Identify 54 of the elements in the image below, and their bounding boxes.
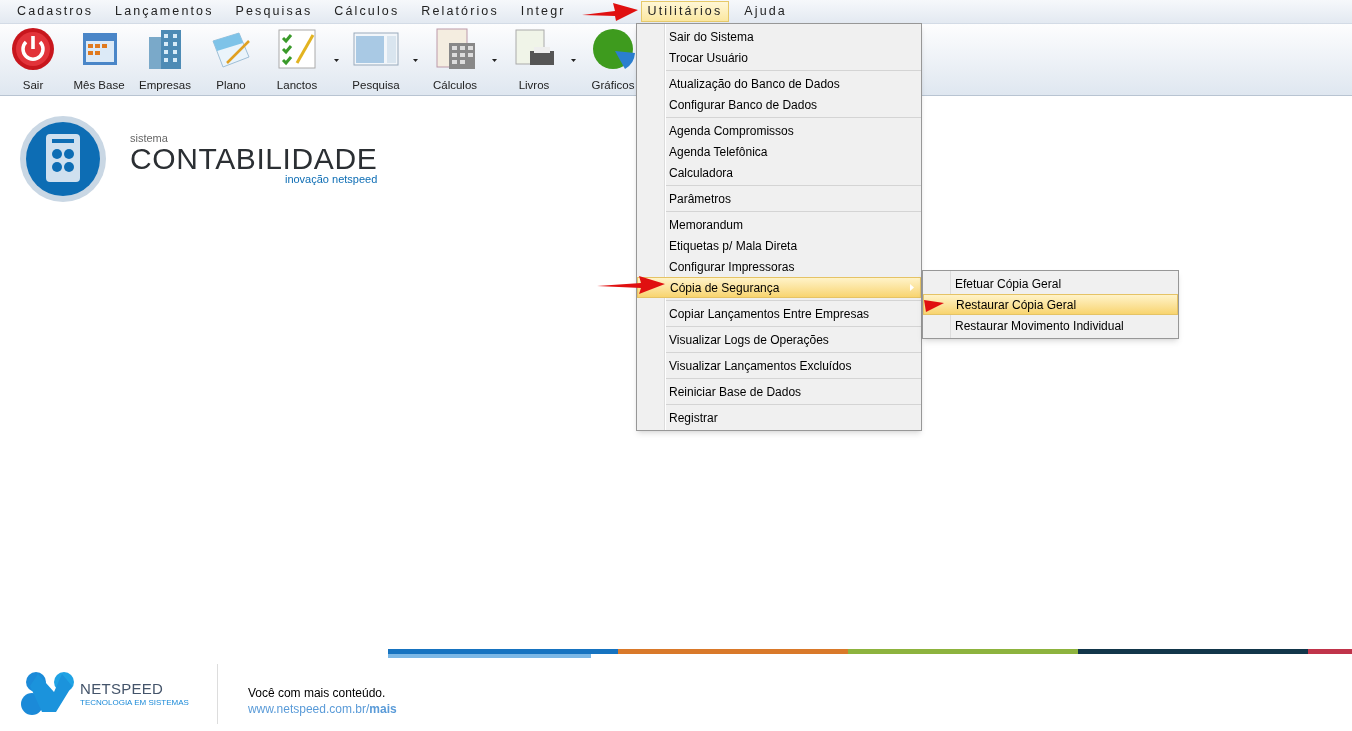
netspeed-logo-icon bbox=[20, 670, 76, 718]
menu-option[interactable]: Sair do Sistema bbox=[637, 26, 921, 47]
menu-option[interactable]: Agenda Telefônica bbox=[637, 141, 921, 162]
menu-item[interactable]: Ajuda bbox=[737, 1, 794, 22]
menu-option[interactable]: Visualizar Lançamentos Excluídos bbox=[637, 355, 921, 376]
menu-option[interactable]: Restaurar Movimento Individual bbox=[923, 315, 1178, 336]
menu-option[interactable]: Copiar Lançamentos Entre Empresas bbox=[637, 303, 921, 324]
menu-item[interactable]: Cálculos bbox=[327, 1, 407, 22]
menu-option[interactable]: Registrar bbox=[637, 407, 921, 428]
logo-overline: sistema bbox=[130, 133, 169, 144]
menu-item[interactable]: Relatórios bbox=[414, 1, 506, 22]
toolbar-button[interactable]: Cálculos bbox=[430, 27, 480, 93]
menu-item[interactable]: Integr bbox=[513, 1, 573, 22]
toolbar-button[interactable]: Lanctos bbox=[272, 27, 322, 93]
menu-option[interactable]: Trocar Usuário bbox=[637, 47, 921, 68]
toolbar-button[interactable]: Empresas bbox=[140, 27, 190, 93]
checklist-icon bbox=[275, 27, 319, 71]
menu-option[interactable]: Configurar Impressoras bbox=[637, 256, 921, 277]
dropdown-caret-icon[interactable] bbox=[334, 59, 339, 62]
calculator-logo-icon bbox=[20, 116, 106, 202]
brand-tagline: TECNOLOGIA EM SISTEMAS bbox=[80, 699, 189, 707]
menu-option[interactable]: Visualizar Logs de Operações bbox=[637, 329, 921, 350]
logo-tagline: inovação netspeed bbox=[284, 174, 378, 185]
menu-option[interactable]: Calculadora bbox=[637, 162, 921, 183]
dropdown-caret-icon[interactable] bbox=[571, 59, 576, 62]
brand-name: NETSPEED bbox=[80, 681, 165, 696]
menu-item[interactable]: Utilitários bbox=[640, 1, 730, 22]
toolbar-button[interactable]: Gráficos bbox=[588, 27, 638, 93]
menu-option[interactable]: Memorandum bbox=[637, 214, 921, 235]
pie-chart-icon bbox=[591, 27, 635, 71]
menu-option[interactable]: Etiquetas p/ Mala Direta bbox=[637, 235, 921, 256]
submenu-arrow-icon bbox=[910, 284, 914, 291]
calculator-icon bbox=[433, 27, 477, 71]
toolbar-button[interactable]: Mês Base bbox=[74, 27, 124, 93]
menu-option[interactable]: Configurar Banco de Dados bbox=[637, 94, 921, 115]
menu-item[interactable]: Pesquisas bbox=[228, 1, 320, 22]
toolbar-button[interactable]: Pesquisa bbox=[351, 27, 401, 93]
footer-message: Você com mais conteúdo. bbox=[247, 685, 387, 701]
toolbar-button[interactable]: Livros bbox=[509, 27, 559, 93]
toolbar-button[interactable]: Sair bbox=[8, 27, 58, 93]
dropdown-caret-icon[interactable] bbox=[492, 59, 497, 62]
menu-option[interactable]: Reiniciar Base de Dados bbox=[637, 381, 921, 402]
toolbar-button[interactable]: Plano bbox=[206, 27, 256, 93]
menu-option[interactable]: Parâmetros bbox=[637, 188, 921, 209]
menu-option[interactable]: Restaurar Cópia Geral bbox=[923, 294, 1178, 315]
power-icon bbox=[11, 27, 55, 71]
menu-item[interactable]: Cadastros bbox=[10, 1, 101, 22]
menu-option[interactable]: Efetuar Cópia Geral bbox=[923, 273, 1178, 294]
dropdown-caret-icon[interactable] bbox=[413, 59, 418, 62]
menu-item[interactable]: Lançamentos bbox=[108, 1, 221, 22]
menu-option[interactable]: Cópia de Segurança bbox=[637, 277, 921, 298]
menu-option[interactable]: Atualização do Banco de Dados bbox=[637, 73, 921, 94]
logo-title: CONTABILIDADE bbox=[130, 144, 378, 174]
menu-option[interactable]: Agenda Compromissos bbox=[637, 120, 921, 141]
